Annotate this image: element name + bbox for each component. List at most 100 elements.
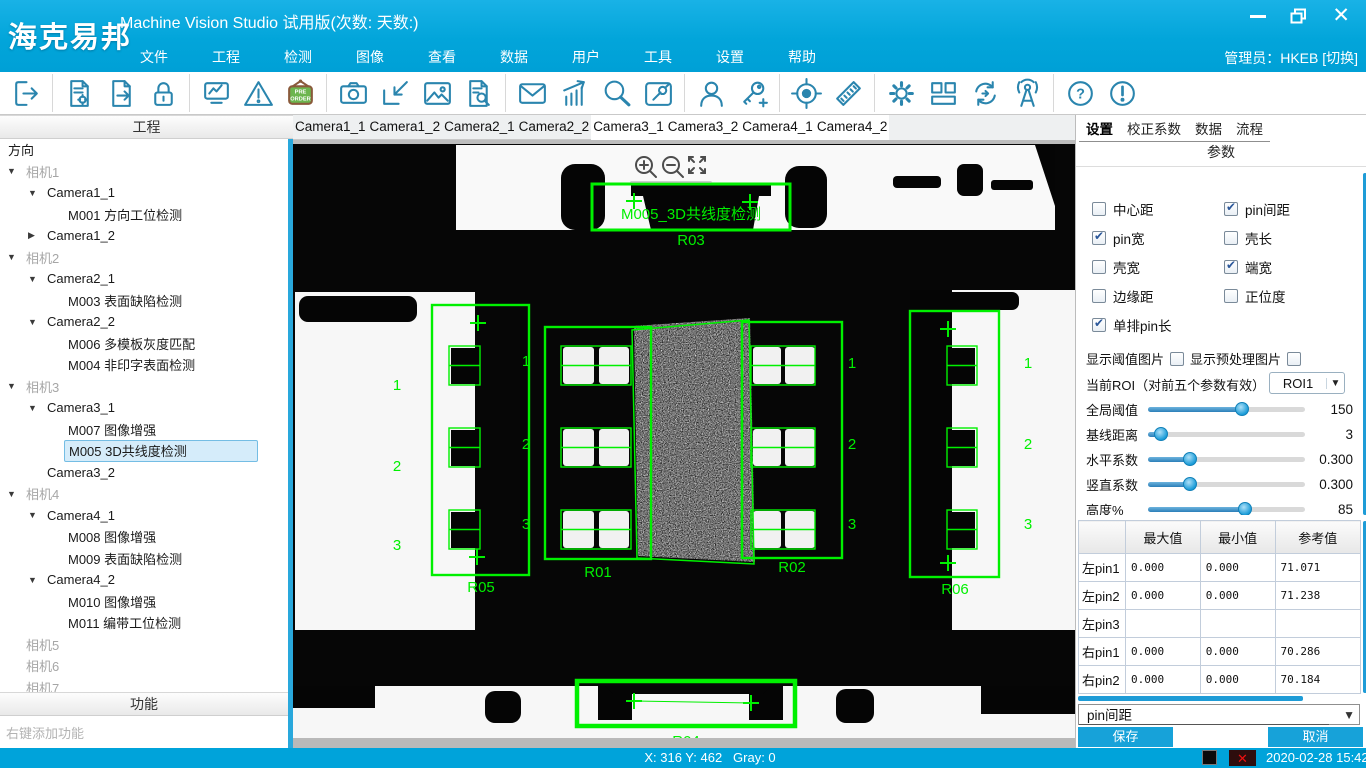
checkbox-icon[interactable] [1224, 260, 1238, 274]
chevron-down-icon[interactable]: ▼ [28, 575, 43, 585]
tree-item-相机3[interactable]: ▼相机3 [0, 376, 288, 398]
import-image-button[interactable] [374, 74, 416, 112]
tree-item-相机1[interactable]: ▼相机1 [0, 161, 288, 183]
slider-track[interactable] [1148, 457, 1305, 462]
tree-item-方向[interactable]: 方向 [0, 139, 288, 161]
slider-thumb[interactable] [1238, 502, 1252, 515]
tree-item-M007[interactable]: M007 图像增强 [0, 419, 288, 441]
document-settings-button[interactable] [58, 74, 100, 112]
toolbox-button[interactable] [637, 74, 679, 112]
chevron-right-icon[interactable]: ▶ [28, 230, 43, 241]
chevron-down-icon[interactable]: ▼ [28, 274, 43, 284]
help-button[interactable]: ? [1059, 74, 1101, 112]
slider-thumb[interactable] [1235, 402, 1249, 416]
restore-button[interactable] [1290, 8, 1308, 24]
table-cell[interactable]: 0.000 [1126, 582, 1201, 610]
tree-item-M004[interactable]: M004 非印字表面检测 [0, 354, 288, 376]
camera-tab-Camera1_1[interactable]: Camera1_1 [293, 115, 368, 140]
exit-button[interactable] [5, 74, 47, 112]
tree-item-M010[interactable]: M010 图像增强 [0, 591, 288, 613]
target-calibration-button[interactable] [785, 74, 827, 112]
param-checkbox-边缘距[interactable]: 边缘距 [1092, 286, 1154, 306]
param-checkbox-pin间距[interactable]: pin间距 [1224, 199, 1290, 219]
menu-item-2[interactable]: 工程 [190, 46, 262, 68]
table-cell[interactable]: 70.184 [1275, 666, 1361, 694]
table-cell[interactable] [1126, 610, 1201, 638]
mail-button[interactable] [511, 74, 553, 112]
menu-item-4[interactable]: 图像 [334, 46, 406, 68]
camera-tab-Camera4_1[interactable]: Camera4_1 [740, 115, 815, 140]
tree-item-Camera2_2[interactable]: ▼Camera2_2 [0, 311, 288, 333]
table-cell[interactable]: 0.000 [1126, 554, 1201, 582]
checkbox-icon[interactable] [1092, 260, 1106, 274]
param-checkbox-单排pin长[interactable]: 单排pin长 [1092, 315, 1172, 335]
table-cell[interactable]: 0.000 [1200, 666, 1275, 694]
tree-item-M003[interactable]: M003 表面缺陷检测 [0, 290, 288, 312]
tree-item-M001[interactable]: M001 方向工位检测 [0, 204, 288, 226]
menu-item-1[interactable]: 文件 [118, 46, 190, 68]
inspector-tab-校正系数[interactable]: 校正系数 [1120, 116, 1188, 141]
menu-item-6[interactable]: 数据 [478, 46, 550, 68]
tree-item-M009[interactable]: M009 表面缺陷检测 [0, 548, 288, 570]
table-cell[interactable]: 0.000 [1200, 638, 1275, 666]
camera-tab-Camera2_1[interactable]: Camera2_1 [442, 115, 517, 140]
param-checkbox-中心距[interactable]: 中心距 [1092, 199, 1154, 219]
toggle-checkbox-显示阈值图片[interactable] [1170, 352, 1184, 366]
broadcast-antenna-button[interactable] [1006, 74, 1048, 112]
checkbox-icon[interactable] [1224, 289, 1238, 303]
tree-item-M008[interactable]: M008 图像增强 [0, 526, 288, 548]
checkbox-icon[interactable] [1224, 231, 1238, 245]
chevron-down-icon[interactable]: ▼ [28, 317, 43, 327]
menu-item-9[interactable]: 设置 [694, 46, 766, 68]
checkbox-icon[interactable] [1092, 318, 1106, 332]
menu-item-3[interactable]: 检测 [262, 46, 334, 68]
tree-item-相机6[interactable]: 相机6 [0, 655, 288, 677]
document-search-button[interactable] [458, 74, 500, 112]
tree-item-Camera1_1[interactable]: ▼Camera1_1 [0, 182, 288, 204]
chevron-down-icon[interactable]: ▼ [7, 166, 22, 176]
inspector-tab-流程[interactable]: 流程 [1229, 116, 1270, 141]
slider-track[interactable] [1148, 432, 1305, 437]
settings-gear-button[interactable] [880, 74, 922, 112]
chevron-down-icon[interactable]: ▼ [28, 510, 43, 520]
table-cell[interactable] [1200, 610, 1275, 638]
tree-item-相机5[interactable]: 相机5 [0, 634, 288, 656]
table-cell[interactable]: 71.238 [1275, 582, 1361, 610]
menu-item-10[interactable]: 帮助 [766, 46, 838, 68]
tree-item-M006[interactable]: M006 多模板灰度匹配 [0, 333, 288, 355]
search-button[interactable] [595, 74, 637, 112]
checkbox-icon[interactable] [1092, 231, 1106, 245]
camera-tab-Camera3_2[interactable]: Camera3_2 [666, 115, 741, 140]
table-cell[interactable]: 71.071 [1275, 554, 1361, 582]
param-checkbox-端宽[interactable]: 端宽 [1224, 257, 1272, 277]
image-canvas[interactable]: M005_3D共线度检测 R03 R01 R02 R05 R06 R04 123… [293, 140, 1075, 748]
tree-item-M005[interactable]: M005 3D共线度检测 [0, 440, 288, 462]
slider-track[interactable] [1148, 507, 1305, 512]
chevron-down-icon[interactable]: ▼ [28, 188, 43, 198]
tree-item-相机2[interactable]: ▼相机2 [0, 247, 288, 269]
minimize-button[interactable] [1250, 15, 1266, 18]
param-checkbox-正位度[interactable]: 正位度 [1224, 286, 1286, 306]
tree-item-Camera3_2[interactable]: Camera3_2 [0, 462, 288, 484]
table-hscrollbar[interactable] [1078, 696, 1303, 701]
switch-user-button[interactable]: [切换] [1322, 50, 1358, 66]
param-checkbox-壳长[interactable]: 壳长 [1224, 228, 1272, 248]
about-button[interactable] [1101, 74, 1143, 112]
checkbox-icon[interactable] [1092, 289, 1106, 303]
canvas-hscrollbar[interactable] [293, 738, 1075, 748]
checkbox-icon[interactable] [1224, 202, 1238, 216]
pre-order-sign-button[interactable]: PREORDER [279, 74, 321, 112]
chevron-down-icon[interactable]: ▼ [7, 489, 22, 499]
cancel-button[interactable]: 取消 [1268, 727, 1363, 747]
ruler-button[interactable] [827, 74, 869, 112]
table-cell[interactable]: 70.286 [1275, 638, 1361, 666]
tree-item-Camera3_1[interactable]: ▼Camera3_1 [0, 397, 288, 419]
chevron-down-icon[interactable]: ▼ [28, 403, 43, 413]
menu-item-7[interactable]: 用户 [550, 46, 622, 68]
slider-thumb[interactable] [1183, 477, 1197, 491]
param-checkbox-壳宽[interactable]: 壳宽 [1092, 257, 1140, 277]
warning-button[interactable] [237, 74, 279, 112]
tree-item-M011[interactable]: M011 编带工位检测 [0, 612, 288, 634]
measure-type-dropdown[interactable]: pin间距 ▼ [1078, 704, 1360, 725]
close-button[interactable]: ✕ [1332, 6, 1350, 26]
